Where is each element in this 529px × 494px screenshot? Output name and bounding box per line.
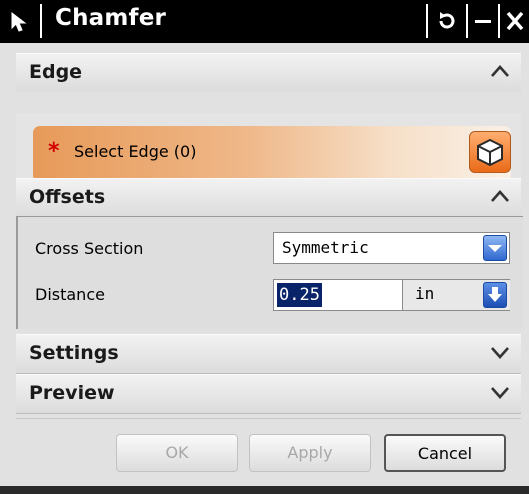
minimize-button[interactable] [470, 5, 496, 37]
title-separator [426, 4, 428, 38]
chamfer-dialog: Chamfer Edge * Select Edge (0) Offsets C… [0, 0, 529, 494]
distance-input[interactable]: 0.25 [277, 283, 322, 307]
dialog-footer: OK Apply Cancel [16, 418, 521, 483]
distance-label: Distance [35, 285, 105, 304]
preview-section-header[interactable]: Preview [16, 374, 521, 414]
offsets-panel: Cross Section Symmetric Distance 0.25 in [16, 216, 523, 329]
distance-unit: in [415, 284, 435, 303]
unit-dropdown-button[interactable] [483, 282, 507, 308]
section-spacer [16, 92, 521, 113]
settings-section-header[interactable]: Settings [16, 334, 521, 374]
cross-section-dropdown[interactable]: Symmetric [273, 232, 510, 264]
chevron-up-icon [491, 190, 509, 202]
close-icon [506, 11, 524, 31]
reset-icon [439, 12, 455, 29]
solid-cube-icon [477, 138, 503, 167]
edge-section-label: Edge [29, 61, 83, 83]
title-separator [498, 4, 500, 38]
chevron-down-icon [488, 245, 502, 252]
settings-section-label: Settings [29, 342, 119, 364]
select-cursor-icon [11, 11, 27, 32]
select-edge-button[interactable] [469, 131, 511, 173]
preview-section-label: Preview [29, 382, 115, 404]
cross-section-value: Symmetric [282, 238, 369, 257]
reset-button[interactable] [430, 5, 464, 37]
title-bar[interactable]: Chamfer [0, 0, 529, 43]
offsets-section-header[interactable]: Offsets [16, 178, 521, 218]
dialog-bottom-border [0, 486, 529, 494]
title-separator [466, 4, 468, 38]
cross-section-label: Cross Section [35, 239, 144, 258]
edge-section-header[interactable]: Edge [16, 53, 521, 93]
close-button[interactable] [501, 5, 529, 37]
select-edge-label: Select Edge (0) [74, 142, 197, 161]
arrow-down-icon [488, 287, 502, 302]
chevron-down-icon [491, 347, 509, 359]
title-separator [40, 4, 42, 38]
required-marker: * [48, 139, 60, 164]
offsets-section-label: Offsets [29, 186, 106, 208]
minimize-icon [475, 20, 491, 23]
chevron-up-icon [491, 65, 509, 77]
cancel-button[interactable]: Cancel [384, 434, 506, 472]
ok-button[interactable]: OK [116, 434, 238, 472]
chevron-down-icon [491, 387, 509, 399]
dropdown-arrow-button[interactable] [483, 235, 507, 261]
select-edge-field[interactable]: * Select Edge (0) [33, 126, 511, 182]
distance-field[interactable]: 0.25 in [273, 279, 510, 311]
apply-button[interactable]: Apply [249, 434, 371, 472]
dialog-title: Chamfer [55, 5, 167, 31]
